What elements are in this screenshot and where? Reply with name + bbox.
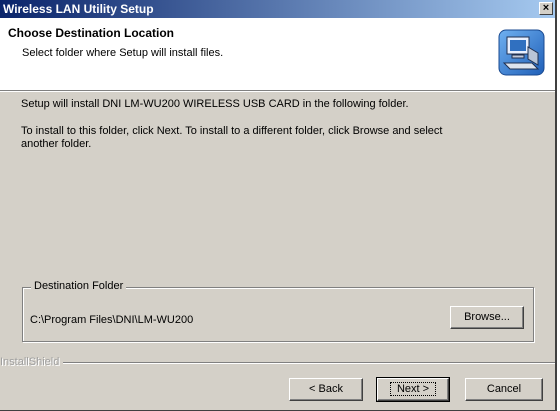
page-heading: Choose Destination Location	[8, 26, 175, 40]
setup-dialog: Wireless LAN Utility Setup × Choose Dest…	[0, 0, 557, 411]
installshield-brand: InstallShield	[0, 356, 64, 368]
instruction-text-line2: another folder.	[21, 138, 92, 150]
next-button[interactable]: Next >	[376, 377, 450, 402]
page-subheading: Select folder where Setup will install f…	[22, 47, 224, 59]
cancel-button[interactable]: Cancel	[465, 378, 543, 401]
installshield-divider: InstallShield	[0, 356, 555, 368]
header-panel: Choose Destination Location Select folde…	[0, 18, 555, 90]
installer-computer-icon	[498, 29, 545, 76]
window-title: Wireless LAN Utility Setup	[3, 2, 154, 16]
next-button-label: Next >	[389, 382, 437, 396]
back-button-label: < Back	[309, 383, 343, 395]
footer-separator	[0, 362, 555, 364]
cancel-button-label: Cancel	[486, 383, 522, 395]
header-separator	[0, 90, 555, 92]
destination-path: C:\Program Files\DNI\LM-WU200	[30, 314, 194, 326]
back-button[interactable]: < Back	[289, 378, 363, 401]
browse-button[interactable]: Browse...	[450, 306, 524, 329]
browse-button-label: Browse...	[464, 311, 510, 323]
install-info-text: Setup will install DNI LM-WU200 WIRELESS…	[21, 98, 409, 110]
destination-folder-legend: Destination Folder	[31, 280, 127, 292]
instruction-text-line1: To install to this folder, click Next. T…	[21, 125, 443, 137]
title-bar[interactable]: Wireless LAN Utility Setup ×	[0, 0, 555, 18]
close-button[interactable]: ×	[539, 2, 553, 15]
